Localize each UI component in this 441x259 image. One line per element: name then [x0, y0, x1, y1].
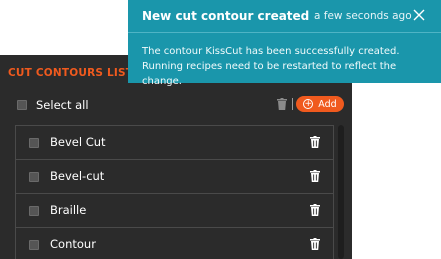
delete-selected-icon[interactable]	[277, 98, 287, 110]
add-button[interactable]: + Add	[296, 96, 344, 112]
list-item[interactable]: Contour	[16, 228, 333, 259]
list-item[interactable]: Bevel Cut	[16, 126, 333, 160]
item-label: Braille	[50, 203, 87, 217]
list-item[interactable]: Bevel-cut	[16, 160, 333, 194]
add-button-label: Add	[318, 98, 337, 110]
select-all-label: Select all	[36, 98, 89, 112]
list-scrollbar[interactable]	[338, 125, 344, 259]
toolbar-divider	[292, 98, 293, 110]
close-icon[interactable]	[412, 8, 426, 22]
item-label: Contour	[50, 237, 96, 251]
trash-icon[interactable]	[310, 170, 320, 182]
select-all-checkbox[interactable]	[17, 100, 27, 110]
toast-message: The contour KissCut has been successfull…	[142, 46, 400, 87]
notification-toast: New cut contour created a few seconds ag…	[128, 0, 441, 87]
item-label: Bevel Cut	[50, 135, 106, 149]
select-all-row[interactable]: Select all	[17, 98, 89, 112]
item-checkbox[interactable]	[29, 240, 39, 250]
toast-timestamp: a few seconds ago	[314, 10, 412, 22]
item-checkbox[interactable]	[29, 172, 39, 182]
list-item[interactable]: Braille	[16, 194, 333, 228]
trash-icon[interactable]	[310, 204, 320, 216]
item-checkbox[interactable]	[29, 138, 39, 148]
panel-title: CUT CONTOURS LIST	[8, 67, 134, 79]
toast-header: New cut contour created a few seconds ag…	[128, 0, 441, 33]
toast-title: New cut contour created	[142, 9, 310, 23]
plus-icon: +	[303, 98, 314, 109]
item-label: Bevel-cut	[50, 169, 105, 183]
trash-icon[interactable]	[310, 238, 320, 250]
trash-icon[interactable]	[310, 136, 320, 148]
scrollbar-thumb[interactable]	[338, 125, 344, 259]
item-checkbox[interactable]	[29, 206, 39, 216]
contours-list: Bevel Cut Bevel-cut Braille Contour	[15, 125, 334, 259]
